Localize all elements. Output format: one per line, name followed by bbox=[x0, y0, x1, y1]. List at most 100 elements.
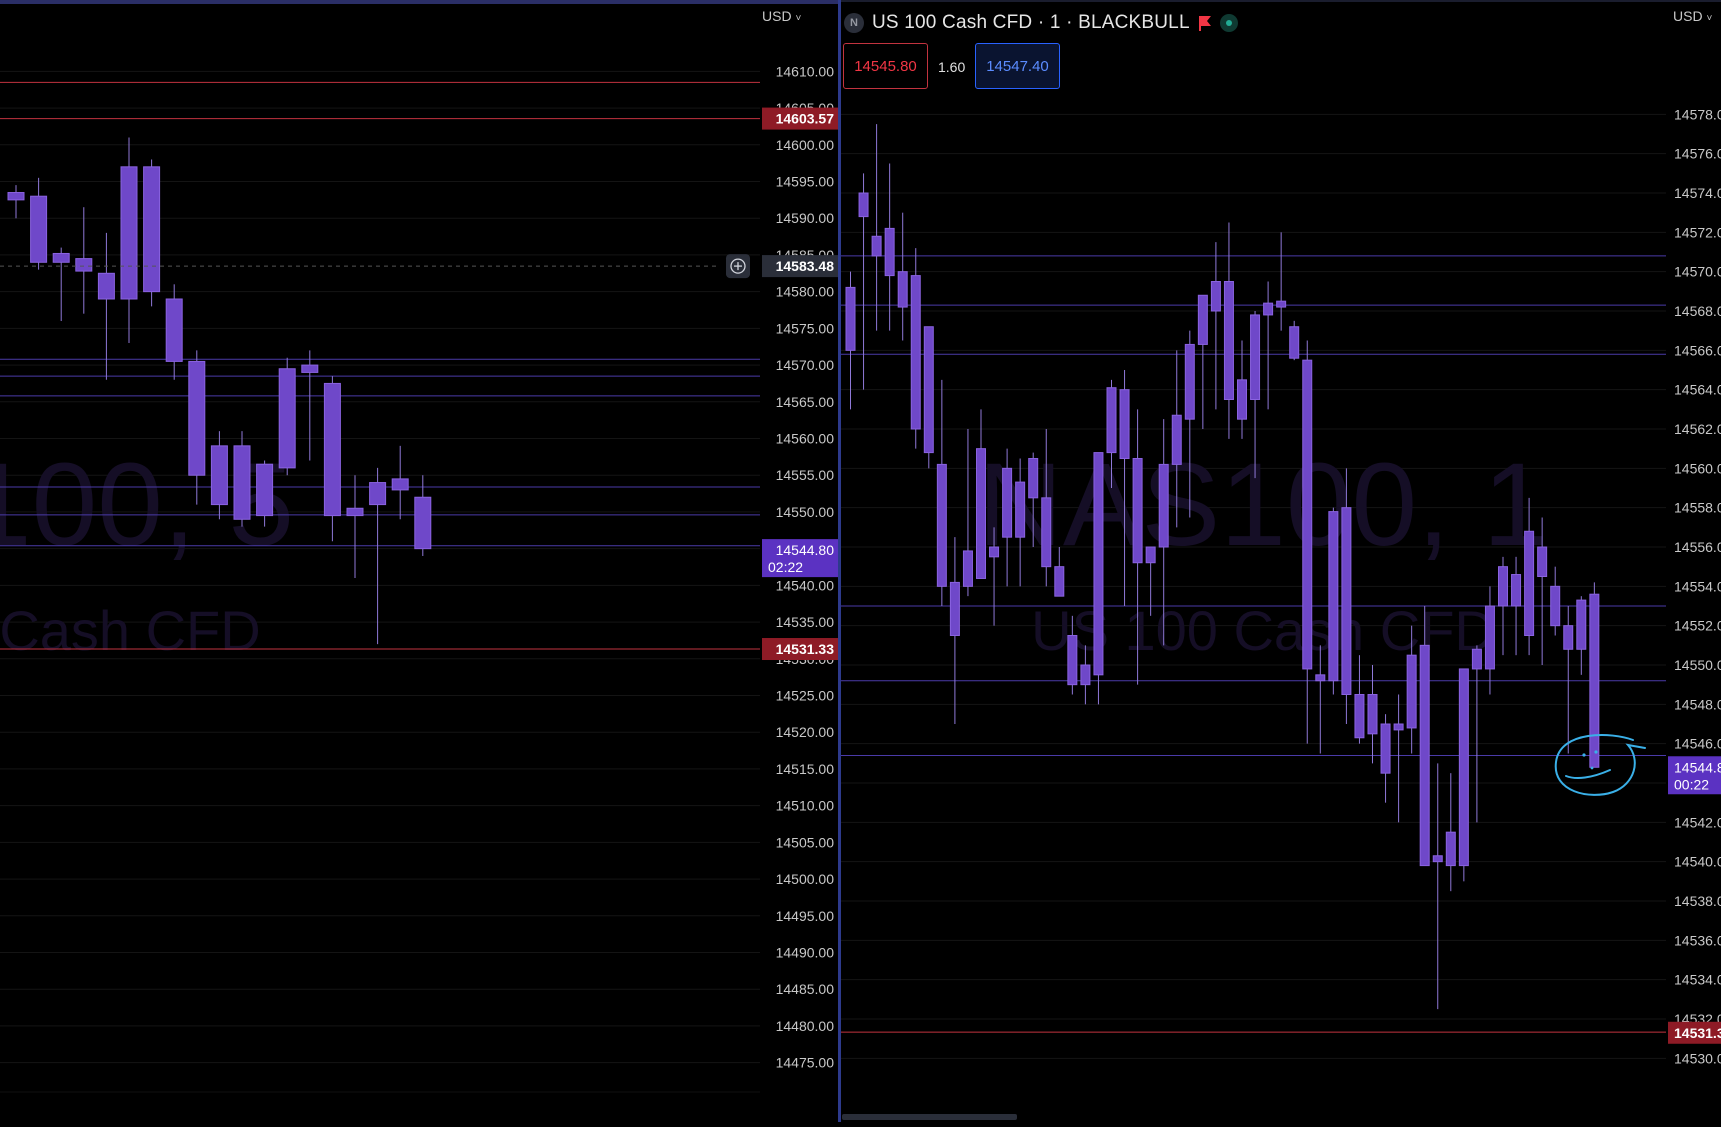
chevron-down-icon: ˅ bbox=[1706, 13, 1713, 24]
price-tick-label: 14540.00 bbox=[1674, 854, 1721, 870]
candle-body bbox=[1276, 300, 1287, 308]
candle-body bbox=[1119, 389, 1130, 459]
candle-body bbox=[871, 235, 882, 257]
candle-body bbox=[1237, 379, 1247, 420]
watermark-description: Cash CFD bbox=[0, 599, 261, 662]
last-price-label: 14544.8 bbox=[1674, 759, 1721, 775]
price-tick-label: 14554.00 bbox=[1674, 578, 1721, 594]
chart-workspace[interactable]: 100, 5Cash CFD14610.0014605.0014600.0014… bbox=[0, 0, 1721, 1122]
right-panel-top-border bbox=[841, 0, 1721, 2]
symbol-logo-icon: N bbox=[844, 13, 864, 33]
price-tick-label: 14485.00 bbox=[776, 981, 835, 997]
price-tick-label: 14560.00 bbox=[776, 431, 835, 447]
price-tick-label: 14515.00 bbox=[776, 761, 835, 777]
candle-body bbox=[346, 507, 364, 517]
price-tick-label: 14556.00 bbox=[1674, 539, 1721, 555]
price-tick-label: 14538.00 bbox=[1674, 893, 1721, 909]
horizontal-scrollbar-thumb bbox=[842, 1114, 1017, 1120]
price-tick-label: 14530.00 bbox=[1674, 1050, 1721, 1066]
buy-button[interactable]: 14547.40 bbox=[975, 43, 1060, 89]
price-tick-label: 14520.00 bbox=[776, 724, 835, 740]
symbol-header[interactable]: N US 100 Cash CFD · 1 · BLACKBULL bbox=[844, 8, 1238, 38]
smiley-mouth bbox=[1565, 769, 1611, 779]
last-price-label: 14544.80 bbox=[776, 542, 835, 558]
price-level-label: 14603.57 bbox=[776, 111, 835, 127]
candle-body bbox=[30, 195, 48, 263]
candle-body bbox=[210, 445, 228, 506]
price-tick-label: 14600.00 bbox=[776, 137, 835, 153]
candle-body bbox=[1015, 481, 1026, 538]
price-tick-label: 14552.00 bbox=[1674, 618, 1721, 634]
candle-body bbox=[1158, 463, 1169, 548]
candle-body bbox=[1041, 497, 1052, 568]
price-tick-label: 14495.00 bbox=[776, 908, 835, 924]
price-tick-label: 14610.00 bbox=[776, 63, 835, 79]
candle-body bbox=[391, 478, 409, 491]
candle-body bbox=[165, 298, 183, 362]
price-tick-label: 14475.00 bbox=[776, 1055, 835, 1071]
price-tick-label: 14564.00 bbox=[1674, 382, 1721, 398]
price-tick-label: 14565.00 bbox=[776, 394, 835, 410]
active-panel-border bbox=[838, 0, 841, 1122]
price-tick-label: 14505.00 bbox=[776, 834, 835, 850]
candle-body bbox=[323, 382, 341, 517]
candle-body bbox=[1563, 625, 1574, 650]
price-level-label: 14531.3 bbox=[1674, 1025, 1721, 1041]
candle-body bbox=[1315, 674, 1326, 682]
candle-body bbox=[1184, 343, 1195, 420]
price-tick-label: 14540.00 bbox=[776, 577, 835, 593]
candle-body bbox=[936, 463, 947, 587]
price-level-label: 14531.33 bbox=[776, 641, 835, 657]
price-tick-label: 14560.00 bbox=[1674, 460, 1721, 476]
sell-button[interactable]: 14545.80 bbox=[843, 43, 928, 89]
price-tick-label: 14566.00 bbox=[1674, 342, 1721, 358]
crosshair-price-label: 14583.48 bbox=[776, 258, 835, 274]
candle-body bbox=[989, 546, 1000, 558]
candle-body bbox=[1250, 314, 1261, 400]
candle-body bbox=[1445, 831, 1456, 867]
candle-body bbox=[97, 272, 115, 300]
chart-canvas[interactable]: 100, 5Cash CFD14610.0014605.0014600.0014… bbox=[0, 0, 1721, 1122]
candle-body bbox=[1263, 302, 1274, 316]
candle-body bbox=[1002, 467, 1013, 538]
candle-body bbox=[1132, 458, 1143, 564]
candle-body bbox=[188, 360, 206, 476]
candle-body bbox=[278, 368, 296, 469]
currency-label: USD bbox=[762, 8, 792, 24]
price-tick-label: 14590.00 bbox=[776, 210, 835, 226]
candle-body bbox=[1406, 654, 1417, 729]
candle-body bbox=[369, 482, 387, 506]
currency-selector-left[interactable]: USD ˅ bbox=[762, 8, 801, 24]
candle-body bbox=[1550, 585, 1561, 627]
left-chart-panel: 100, 5Cash CFD14610.0014605.0014600.0014… bbox=[0, 0, 842, 1122]
bar-countdown: 02:22 bbox=[768, 559, 803, 575]
price-tick-label: 14575.00 bbox=[776, 320, 835, 336]
price-tick-label: 14576.00 bbox=[1674, 146, 1721, 162]
price-tick-label: 14572.00 bbox=[1674, 224, 1721, 240]
candle-body bbox=[301, 364, 319, 373]
candle-body bbox=[1380, 723, 1391, 774]
flag-icon[interactable] bbox=[1198, 15, 1212, 31]
price-tick-label: 14570.00 bbox=[1674, 264, 1721, 280]
candle-body bbox=[1328, 511, 1339, 682]
price-tick-label: 14500.00 bbox=[776, 871, 835, 887]
candle-body bbox=[414, 496, 432, 550]
candle-body bbox=[1471, 648, 1482, 670]
price-tick-label: 14534.00 bbox=[1674, 972, 1721, 988]
candle-body bbox=[949, 581, 960, 637]
candle-body bbox=[976, 448, 986, 579]
price-tick-label: 14510.00 bbox=[776, 798, 835, 814]
candle-body bbox=[120, 166, 138, 300]
price-tick-label: 14555.00 bbox=[776, 467, 835, 483]
candle-body bbox=[1458, 668, 1469, 867]
candle-body bbox=[75, 258, 93, 272]
candle-body bbox=[1354, 694, 1365, 739]
price-tick-label: 14548.00 bbox=[1674, 696, 1721, 712]
candle-body bbox=[1419, 644, 1430, 867]
smiley-eye-right bbox=[1594, 750, 1598, 754]
currency-selector-right[interactable]: USD ˅ bbox=[1673, 8, 1712, 24]
candle-body bbox=[143, 166, 161, 293]
candle-body bbox=[1484, 605, 1495, 670]
candle-body bbox=[1498, 566, 1508, 607]
symbol-title[interactable]: US 100 Cash CFD · 1 · BLACKBULL bbox=[872, 12, 1190, 34]
